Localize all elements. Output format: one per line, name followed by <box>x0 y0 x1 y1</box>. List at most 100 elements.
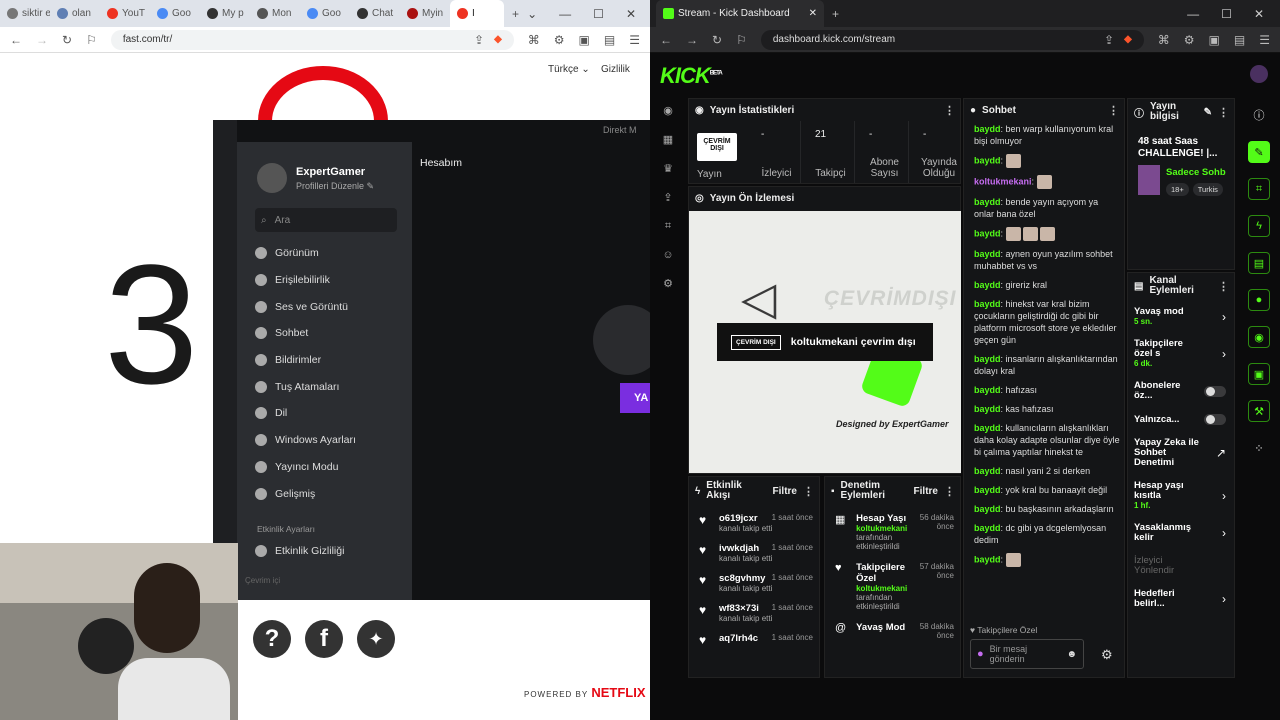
facebook-icon[interactable]: f <box>305 620 343 658</box>
chat-settings-icon[interactable]: ⚙ <box>1101 647 1113 663</box>
info-icon[interactable]: ⓘ <box>1248 104 1270 126</box>
discord-menu-item[interactable]: Yayıncı Modu <box>237 454 412 481</box>
activity-privacy-item[interactable]: Etkinlik Gizliliği <box>237 538 344 565</box>
chevron-right-icon[interactable]: › <box>1222 310 1226 324</box>
menu-icon[interactable]: ☰ <box>629 34 640 46</box>
toggle-switch[interactable] <box>1204 385 1226 397</box>
edit-profile-link[interactable]: Profilleri Düzenle ✎ <box>296 181 374 192</box>
toggle-switch[interactable] <box>1204 414 1226 425</box>
forward-icon[interactable]: → <box>36 34 48 46</box>
upload-nav-icon[interactable]: ⇪ <box>656 191 680 204</box>
channel-action[interactable]: Yasaklanmış kelir › <box>1134 523 1226 543</box>
cta-button[interactable]: YA <box>620 383 650 413</box>
browser-tab[interactable]: I <box>450 0 504 27</box>
discord-menu-item[interactable]: Tuş Atamaları <box>237 373 412 400</box>
left-url-field[interactable]: fast.com/tr/ ⇪ ◆ <box>110 29 514 50</box>
discord-menu-item[interactable]: Ses ve Görüntü <box>237 293 412 320</box>
channel-action[interactable]: Takipçilere özel s6 dk. › <box>1134 339 1226 369</box>
apps-icon[interactable]: ⁘ <box>1248 437 1270 459</box>
actions-menu-icon[interactable]: ⋮ <box>1218 280 1229 293</box>
chat-username[interactable]: baydd <box>974 354 1001 364</box>
broadcast-icon[interactable]: ◉ <box>1248 326 1270 348</box>
extensions-icon[interactable]: ⚙ <box>1184 34 1195 46</box>
browser-tab[interactable]: olan <box>50 0 100 27</box>
emoji-icon[interactable]: ☻ <box>1066 649 1077 660</box>
chat-username[interactable]: baydd <box>974 466 1001 476</box>
chat-username[interactable]: baydd <box>974 228 1001 238</box>
wallet-icon[interactable]: ▤ <box>604 34 615 46</box>
wrench-icon[interactable]: ⚒ <box>1248 400 1270 422</box>
channel-action[interactable]: Hesap yaşı kısıtla 1 hf. › <box>1134 481 1226 511</box>
back-icon[interactable]: ← <box>10 34 22 46</box>
chat-username[interactable]: koltukmekani <box>974 176 1032 186</box>
activity-username[interactable]: sc8gvhmy <box>719 573 765 584</box>
channel-action[interactable]: Yalnızca... <box>1134 414 1226 425</box>
browser-tab[interactable]: YouT <box>100 0 150 27</box>
activity-username[interactable]: aq7lrh4c <box>719 633 758 644</box>
lightning-icon[interactable]: ϟ <box>1248 215 1270 237</box>
discord-menu-item[interactable]: Bildirimler <box>237 347 412 374</box>
discord-menu-item[interactable]: Görünüm <box>237 240 412 267</box>
close-window-icon[interactable]: ✕ <box>626 7 636 21</box>
avatar[interactable] <box>257 163 287 193</box>
chat-username[interactable]: baydd <box>974 485 1001 495</box>
chat-username[interactable]: baydd <box>974 299 1001 309</box>
browser-tab[interactable]: Chat <box>350 0 400 27</box>
user-avatar[interactable] <box>1250 65 1268 83</box>
tag-turkish[interactable]: Turkis <box>1192 183 1223 196</box>
discord-menu-item[interactable]: Dil <box>237 400 412 427</box>
stats-menu-icon[interactable]: ⋮ <box>944 104 955 117</box>
channel-action[interactable]: Yapay Zeka ile Sohbet Denetimi ↗ <box>1134 438 1226 468</box>
minimize-icon[interactable]: — <box>559 7 571 21</box>
reload-icon[interactable]: ↻ <box>62 34 72 46</box>
moderation-by[interactable]: koltukmekani <box>856 584 908 593</box>
browser-tab[interactable]: siktir et <box>0 0 50 27</box>
chevron-right-icon[interactable]: › <box>1222 347 1226 361</box>
save-icon[interactable]: ▣ <box>1248 363 1270 385</box>
browser-tab[interactable]: My p <box>200 0 250 27</box>
chevron-right-icon[interactable]: › <box>1222 592 1226 606</box>
chat-username[interactable]: baydd <box>974 423 1001 433</box>
chat-username[interactable]: baydd <box>974 124 1001 134</box>
chevron-right-icon[interactable]: › <box>1222 526 1226 540</box>
trophy-nav-icon[interactable]: ♛ <box>656 162 680 175</box>
twitter-icon[interactable]: ✦ <box>357 620 395 658</box>
moderation-filter-button[interactable]: Filtre <box>914 486 938 497</box>
browser-tab[interactable]: Mon <box>250 0 300 27</box>
new-tab-icon[interactable]: + <box>832 8 839 20</box>
channel-action[interactable]: Abonelere öz... <box>1134 381 1226 401</box>
language-select[interactable]: Türkçe ⌄ <box>548 64 590 75</box>
discord-search-input[interactable]: ⌕ Ara <box>255 208 397 232</box>
discord-menu-item[interactable]: Gelişmiş <box>237 480 412 507</box>
sidebar-icon[interactable]: ▣ <box>579 34 590 46</box>
menu-icon[interactable]: ☰ <box>1259 34 1270 46</box>
translate-icon[interactable]: ⌘ <box>1158 34 1170 46</box>
settings-nav-icon[interactable]: ⚙ <box>656 277 680 290</box>
dropdown-icon[interactable]: ⌄ <box>527 7 537 21</box>
chevron-right-icon[interactable]: › <box>1222 489 1226 503</box>
forward-icon[interactable]: → <box>686 34 698 46</box>
kick-logo[interactable]: KICKBETA <box>660 63 723 89</box>
tag-18plus[interactable]: 18+ <box>1166 183 1189 196</box>
mic-icon[interactable]: ● <box>977 648 984 660</box>
chat-username[interactable]: baydd <box>974 385 1001 395</box>
chat-username[interactable]: baydd <box>974 249 1001 259</box>
moderation-by[interactable]: koltukmekani <box>856 524 908 533</box>
chat-username[interactable]: baydd <box>974 523 1001 533</box>
chat-username[interactable]: baydd <box>974 155 1001 165</box>
edit-icon[interactable]: ✎ <box>1204 107 1212 118</box>
activity-username[interactable]: ivwkdjah <box>719 543 759 554</box>
activity-filter-button[interactable]: Filtre <box>773 486 797 497</box>
chat-input[interactable]: ● Bir mesaj gönderin ☻ <box>970 639 1084 669</box>
privacy-link[interactable]: Gizlilik <box>601 64 630 75</box>
discord-menu-item[interactable]: Erişilebilirlik <box>237 267 412 294</box>
share-icon[interactable]: ⇪ <box>474 34 484 46</box>
stream-nav-icon[interactable]: ◉ <box>656 104 680 117</box>
browser-tab[interactable]: Myin <box>400 0 450 27</box>
discord-menu-item[interactable]: Sohbet <box>237 320 412 347</box>
maximize-icon[interactable]: ☐ <box>1221 7 1232 21</box>
browser-tab[interactable]: Goo <box>150 0 200 27</box>
kick-url-field[interactable]: dashboard.kick.com/stream ⇪ ◆ <box>760 29 1144 50</box>
translate-icon[interactable]: ⌘ <box>528 34 540 46</box>
bookmark-icon[interactable]: ⚐ <box>86 34 97 46</box>
